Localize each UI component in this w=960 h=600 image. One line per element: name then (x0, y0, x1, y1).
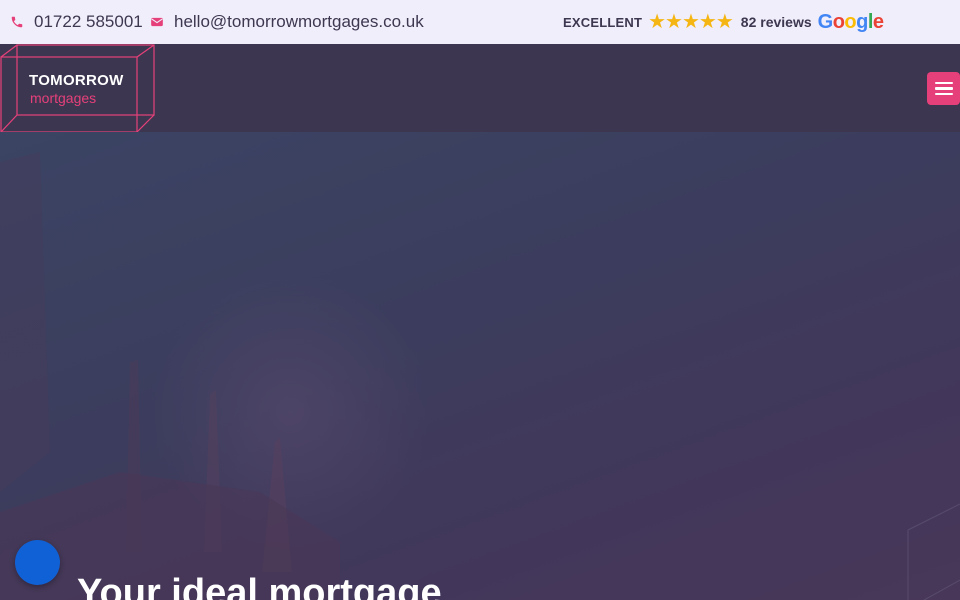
site-header: TOMORROW mortgages (0, 44, 960, 134)
review-count: 82 reviews (740, 14, 812, 30)
hero-title: Your ideal mortgage (77, 572, 442, 600)
hero-background-image (0, 132, 960, 600)
phone-contact[interactable]: 01722 585001 (10, 0, 143, 44)
phone-number: 01722 585001 (34, 12, 143, 31)
star-icon: ★ (681, 11, 700, 33)
menu-button[interactable] (927, 72, 960, 105)
logo-subtitle: mortgages (30, 90, 97, 106)
email-contact[interactable]: hello@tomorrowmortgages.co.uk (150, 0, 424, 44)
star-icon: ★ (698, 11, 717, 33)
site-logo[interactable]: TOMORROW mortgages (0, 44, 156, 134)
logo-cube-outline (0, 44, 155, 133)
chat-bubble-icon[interactable] (15, 540, 60, 585)
star-icon: ★ (648, 11, 667, 33)
logo-wordmark: TOMORROW (29, 72, 124, 89)
hamburger-menu-icon (934, 87, 953, 90)
phone-icon (11, 16, 23, 28)
envelope-icon (151, 17, 163, 27)
star-rating: ★ ★ ★ ★ ★ (648, 11, 734, 33)
google-logo: Google (817, 10, 884, 33)
star-icon: ★ (715, 11, 734, 33)
star-icon: ★ (665, 11, 683, 33)
top-bar: 01722 585001 hello@tomorrowmortgages.co.… (0, 0, 960, 44)
rating-label: EXCELLENT (563, 14, 643, 30)
hamburger-menu-icon (934, 92, 953, 96)
google-reviews-widget[interactable]: EXCELLENT ★ ★ ★ ★ ★ 82 reviews Google (563, 0, 884, 44)
hamburger-menu-icon (934, 81, 953, 85)
email-address: hello@tomorrowmortgages.co.uk (174, 12, 424, 31)
hero-section: Your ideal mortgage (0, 132, 960, 600)
